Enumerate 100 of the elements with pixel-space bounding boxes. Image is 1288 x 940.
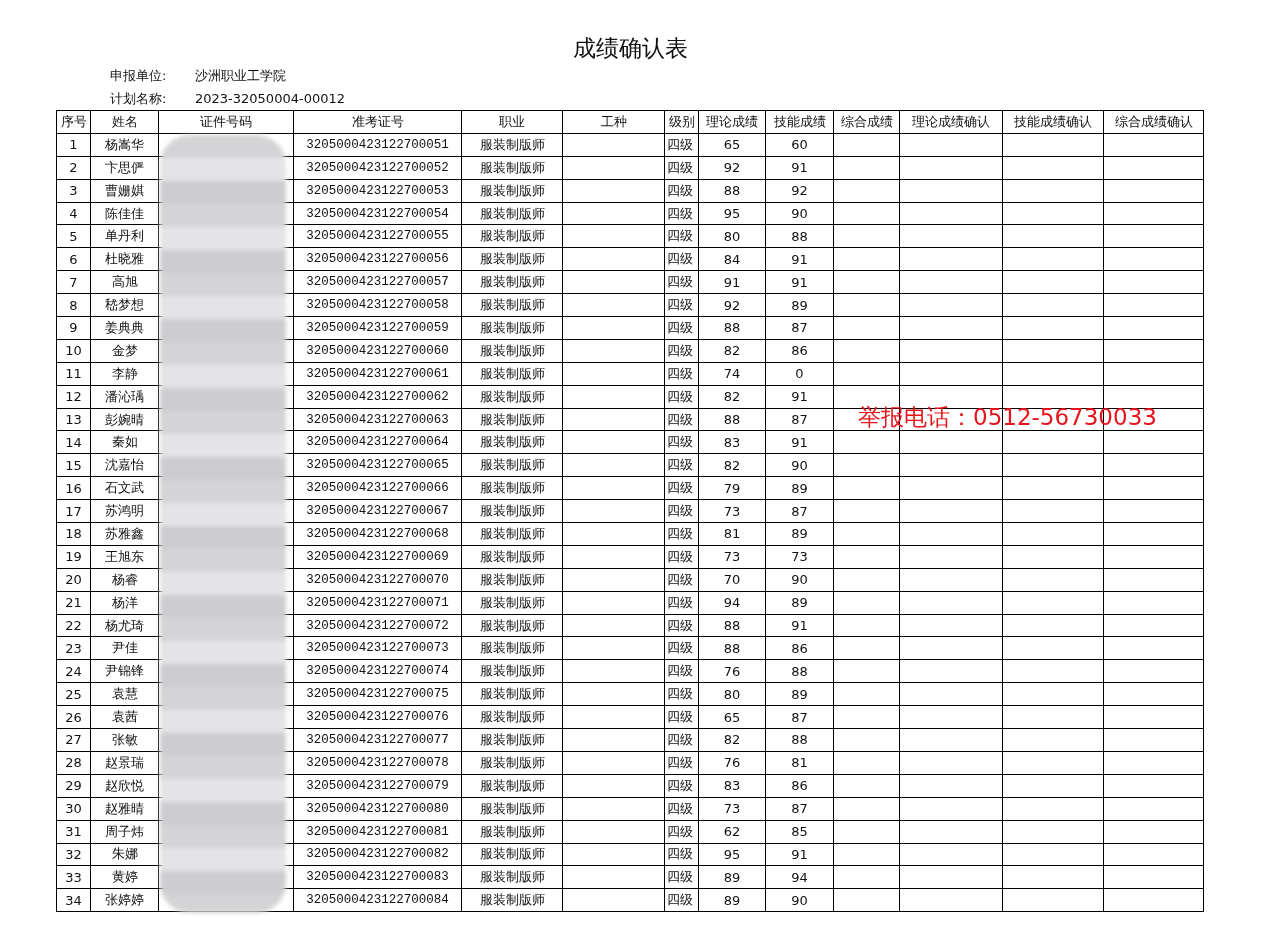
table-cell: 曹姗娸 <box>90 179 159 203</box>
report-title: 成绩确认表 <box>571 34 689 63</box>
table-cell: 9 <box>56 316 91 340</box>
table-cell: 服装制版师 <box>461 316 563 340</box>
table-cell: 31 <box>56 820 91 843</box>
table-cell: 四级 <box>664 888 699 912</box>
table-cell: 87 <box>765 316 834 340</box>
table-cell: 95 <box>698 202 766 225</box>
table-cell: 91 <box>765 270 834 294</box>
table-cell: 65 <box>698 133 766 157</box>
table-cell: 18 <box>56 522 91 546</box>
table-cell: 服装制版师 <box>461 545 563 569</box>
table-cell: 26 <box>56 705 91 729</box>
table-cell: 70 <box>698 568 766 592</box>
table-cell: 3205000423122700077 <box>293 728 462 752</box>
table-cell: 33 <box>56 865 91 889</box>
table-cell: 86 <box>765 774 834 798</box>
table-cell: 石文武 <box>90 476 159 500</box>
table-cell: 潘沁瑀 <box>90 385 159 409</box>
table-cell: 服装制版师 <box>461 522 563 546</box>
table-cell: 服装制版师 <box>461 751 563 775</box>
table-cell: 6 <box>56 247 91 271</box>
table-cell: 3205000423122700078 <box>293 751 462 775</box>
table-cell: 陈佳佳 <box>90 202 159 225</box>
table-cell: 87 <box>765 797 834 821</box>
table-cell: 服装制版师 <box>461 820 563 843</box>
table-cell: 76 <box>698 659 766 683</box>
table-cell: 3205000423122700052 <box>293 156 462 180</box>
table-cell: 21 <box>56 591 91 615</box>
table-cell: 87 <box>765 499 834 523</box>
table-cell: 60 <box>765 133 834 157</box>
table-cell: 袁茜 <box>90 705 159 729</box>
table-cell: 朱娜 <box>90 843 159 866</box>
column-header: 综合成绩 <box>833 110 900 134</box>
table-cell: 27 <box>56 728 91 752</box>
table-cell: 四级 <box>664 430 699 454</box>
table-cell: 卞思俨 <box>90 156 159 180</box>
table-cell: 四级 <box>664 843 699 866</box>
table-cell: 95 <box>698 843 766 866</box>
table-cell: 3205000423122700076 <box>293 705 462 729</box>
table-cell: 91 <box>765 430 834 454</box>
column-header: 技能成绩 <box>765 110 834 134</box>
table-cell: 服装制版师 <box>461 888 563 912</box>
table-cell: 四级 <box>664 293 699 317</box>
table-cell: 76 <box>698 751 766 775</box>
table-cell: 30 <box>56 797 91 821</box>
table-cell: 服装制版师 <box>461 797 563 821</box>
table-cell: 73 <box>698 797 766 821</box>
table-cell: 15 <box>56 453 91 477</box>
table-cell: 89 <box>698 888 766 912</box>
table-cell: 91 <box>765 156 834 180</box>
table-cell: 3205000423122700055 <box>293 224 462 248</box>
table-cell: 88 <box>698 179 766 203</box>
table-cell: 服装制版师 <box>461 659 563 683</box>
table-cell: 服装制版师 <box>461 339 563 363</box>
table-cell: 杨尤琦 <box>90 614 159 637</box>
table-cell: 84 <box>698 247 766 271</box>
table-cell: 服装制版师 <box>461 705 563 729</box>
table-cell: 3205000423122700069 <box>293 545 462 569</box>
table-cell: 83 <box>698 774 766 798</box>
table-cell: 服装制版师 <box>461 637 563 660</box>
table-cell: 91 <box>765 385 834 409</box>
table-cell: 杨嵩华 <box>90 133 159 157</box>
table-cell: 四级 <box>664 408 699 431</box>
table-cell: 3205000423122700071 <box>293 591 462 615</box>
table-cell: 82 <box>698 339 766 363</box>
table-cell: 3205000423122700064 <box>293 430 462 454</box>
table-cell: 四级 <box>664 774 699 798</box>
column-header: 准考证号 <box>293 110 462 134</box>
column-header: 序号 <box>56 110 91 134</box>
table-cell: 89 <box>765 522 834 546</box>
table-cell: 10 <box>56 339 91 363</box>
column-header: 综合成绩确认 <box>1103 110 1204 134</box>
table-cell: 金梦 <box>90 339 159 363</box>
table-cell: 彭婉晴 <box>90 408 159 431</box>
table-cell: 四级 <box>664 820 699 843</box>
table-cell: 四级 <box>664 682 699 706</box>
table-cell: 90 <box>765 568 834 592</box>
table-cell: 四级 <box>664 224 699 248</box>
table-cell: 89 <box>765 682 834 706</box>
field-label: 申报单位: <box>110 66 168 85</box>
table-cell: 3 <box>56 179 91 203</box>
table-cell: 服装制版师 <box>461 247 563 271</box>
table-cell: 3205000423122700058 <box>293 293 462 317</box>
table-cell: 4 <box>56 202 91 225</box>
table-cell: 3205000423122700083 <box>293 865 462 889</box>
table-cell: 92 <box>698 293 766 317</box>
table-cell: 服装制版师 <box>461 202 563 225</box>
table-cell: 四级 <box>664 156 699 180</box>
table-cell: 服装制版师 <box>461 362 563 386</box>
table-cell: 四级 <box>664 728 699 752</box>
table-cell: 服装制版师 <box>461 614 563 637</box>
table-cell: 23 <box>56 637 91 660</box>
table-cell: 3205000423122700070 <box>293 568 462 592</box>
table-cell: 2 <box>56 156 91 180</box>
table-cell: 四级 <box>664 568 699 592</box>
table-cell: 3205000423122700065 <box>293 453 462 477</box>
table-cell: 14 <box>56 430 91 454</box>
table-cell: 85 <box>765 820 834 843</box>
table-cell: 89 <box>698 865 766 889</box>
